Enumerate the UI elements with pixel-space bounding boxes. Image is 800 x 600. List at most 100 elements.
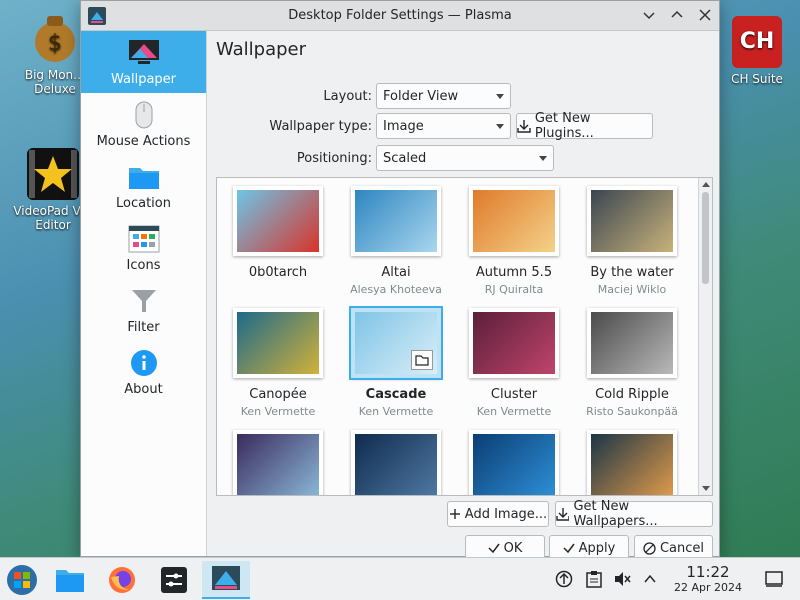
cancel-label: Cancel xyxy=(659,540,705,556)
page-title: Wallpaper xyxy=(216,39,307,60)
wallpaper-author: Ken Vermette xyxy=(476,405,552,418)
expand-tray-button[interactable] xyxy=(640,569,660,589)
wallpaper-gallery[interactable]: 0b0tarch Altai Alesya Khoteeva Autumn 5.5 RJ… xyxy=(216,177,713,496)
gallery-scrollbar[interactable] xyxy=(698,178,712,495)
wallpaper-tile[interactable]: 0b0tarch xyxy=(219,186,337,283)
svg-text:$: $ xyxy=(48,31,62,56)
clock-date: 22 Apr 2024 xyxy=(673,581,742,594)
positioning-value: Scaled xyxy=(383,150,427,166)
wallpaper-tile[interactable]: Cluster Ken Vermette xyxy=(455,308,573,418)
update-icon xyxy=(555,570,573,588)
wallpaper-thumbnail xyxy=(469,430,559,495)
monitor-icon xyxy=(128,38,160,68)
wallpaper-tile[interactable]: By the water Maciej Wiklo xyxy=(573,186,691,296)
check-icon xyxy=(563,543,575,554)
wallpaper-preview-image xyxy=(237,434,319,495)
sidebar-item-location[interactable]: Location xyxy=(81,155,206,217)
wallpaper-preview-image xyxy=(591,434,673,495)
nch-suite-icon: CH xyxy=(732,16,782,68)
ok-label: OK xyxy=(503,540,523,556)
plus-icon xyxy=(449,509,460,519)
funnel-icon xyxy=(128,286,160,316)
wallpaper-tile[interactable]: Cold Ripple Risto Saukonpää xyxy=(573,308,691,418)
firefox-icon xyxy=(109,567,135,593)
download-icon xyxy=(517,120,531,133)
maximize-button[interactable] xyxy=(667,5,687,25)
wallpaper-preview-image xyxy=(237,190,319,252)
sidebar-item-mouse-actions[interactable]: Mouse Actions xyxy=(81,93,206,155)
folder-icon xyxy=(128,162,160,192)
positioning-label: Positioning: xyxy=(296,151,372,166)
wallpaper-tile[interactable]: Altai Alesya Khoteeva xyxy=(337,186,455,296)
positioning-combobox[interactable]: Scaled xyxy=(376,145,554,171)
chevron-up-icon xyxy=(671,10,683,18)
file-manager-icon xyxy=(56,570,84,592)
show-desktop-icon xyxy=(765,571,783,587)
apply-label: Apply xyxy=(578,540,616,556)
clock[interactable]: 11:22 22 Apr 2024 xyxy=(662,563,754,594)
get-new-wallpapers-button[interactable]: Get New Wallpapers... xyxy=(555,499,713,529)
start-menu-button[interactable] xyxy=(0,561,44,599)
clipboard-tray-button[interactable] xyxy=(584,569,604,589)
wallpaper-tile[interactable] xyxy=(219,430,337,495)
sidebar-item-filter[interactable]: Filter xyxy=(81,279,206,341)
get-new-plugins-button[interactable]: Get New Plugins... xyxy=(516,111,653,141)
clock-time: 11:22 xyxy=(686,563,730,581)
wallpaper-name: 0b0tarch xyxy=(248,265,308,280)
settings-button[interactable] xyxy=(152,561,196,599)
wallpaper-author: RJ Quiralta xyxy=(484,283,544,296)
folder-open-icon xyxy=(415,355,429,366)
minimize-button[interactable] xyxy=(639,5,659,25)
wallpaper-tile[interactable] xyxy=(455,430,573,495)
open-containing-folder-button[interactable] xyxy=(411,350,433,370)
wallpaper-preview-image xyxy=(473,312,555,374)
sidebar-item-wallpaper[interactable]: Wallpaper xyxy=(81,31,206,93)
plasma-settings-task[interactable] xyxy=(202,561,250,599)
wallpaper-preview-image xyxy=(355,434,437,495)
wallpaper-thumbnail xyxy=(351,186,441,256)
wallpaper-type-combobox[interactable]: Image xyxy=(376,113,511,139)
sidebar-item-label: Icons xyxy=(126,257,161,273)
add-image-button[interactable]: Add Image... xyxy=(447,501,549,527)
clipboard-icon xyxy=(586,571,602,588)
sidebar-item-label: Wallpaper xyxy=(110,71,177,87)
wallpaper-preview-image xyxy=(355,190,437,252)
title-bar[interactable]: Desktop Folder Settings — Plasma xyxy=(81,1,719,31)
check-icon xyxy=(488,543,500,554)
chevron-down-icon xyxy=(496,93,504,99)
icons-grid-icon xyxy=(128,224,160,254)
close-button[interactable] xyxy=(695,5,715,25)
wallpaper-tile[interactable] xyxy=(573,430,691,495)
wallpaper-author: Ken Vermette xyxy=(358,405,434,418)
layout-label: Layout: xyxy=(323,89,372,104)
wallpaper-name: Cluster xyxy=(490,387,538,402)
wallpaper-thumbnail xyxy=(587,430,677,495)
file-manager-button[interactable] xyxy=(48,561,92,599)
videopad-star-icon xyxy=(27,148,79,200)
wallpaper-preview-image xyxy=(355,312,437,374)
wallpaper-tile[interactable]: Cascade Ken Vermette xyxy=(337,306,455,418)
start-menu-icon xyxy=(7,565,37,595)
chevron-down-icon xyxy=(496,123,504,129)
wallpaper-tile[interactable]: Canopée Ken Vermette xyxy=(219,308,337,418)
sidebar-item-icons[interactable]: Icons xyxy=(81,217,206,279)
layout-combobox[interactable]: Folder View xyxy=(376,83,511,109)
money-bag-icon: $ xyxy=(29,12,81,64)
add-image-label: Add Image... xyxy=(464,506,548,522)
scrollbar-thumb[interactable] xyxy=(702,192,709,284)
wallpaper-thumbnail xyxy=(351,430,441,495)
scroll-up-icon[interactable] xyxy=(702,182,710,187)
wallpaper-tile[interactable] xyxy=(337,430,455,495)
sidebar-item-about[interactable]: About xyxy=(81,341,206,403)
firefox-button[interactable] xyxy=(100,561,144,599)
show-desktop-button[interactable] xyxy=(764,569,784,589)
volume-tray-button[interactable] xyxy=(612,569,632,589)
wallpaper-tile[interactable]: Autumn 5.5 RJ Quiralta xyxy=(455,186,573,296)
scroll-down-icon[interactable] xyxy=(702,486,710,491)
wallpaper-name: By the water xyxy=(590,265,674,280)
update-tray-button[interactable] xyxy=(554,569,574,589)
wallpaper-thumbnail xyxy=(233,308,323,378)
desktop-icon-nch-suite[interactable]: CH CH Suite xyxy=(714,16,800,86)
download-icon xyxy=(556,508,570,521)
wallpaper-name: Altai xyxy=(381,265,411,280)
